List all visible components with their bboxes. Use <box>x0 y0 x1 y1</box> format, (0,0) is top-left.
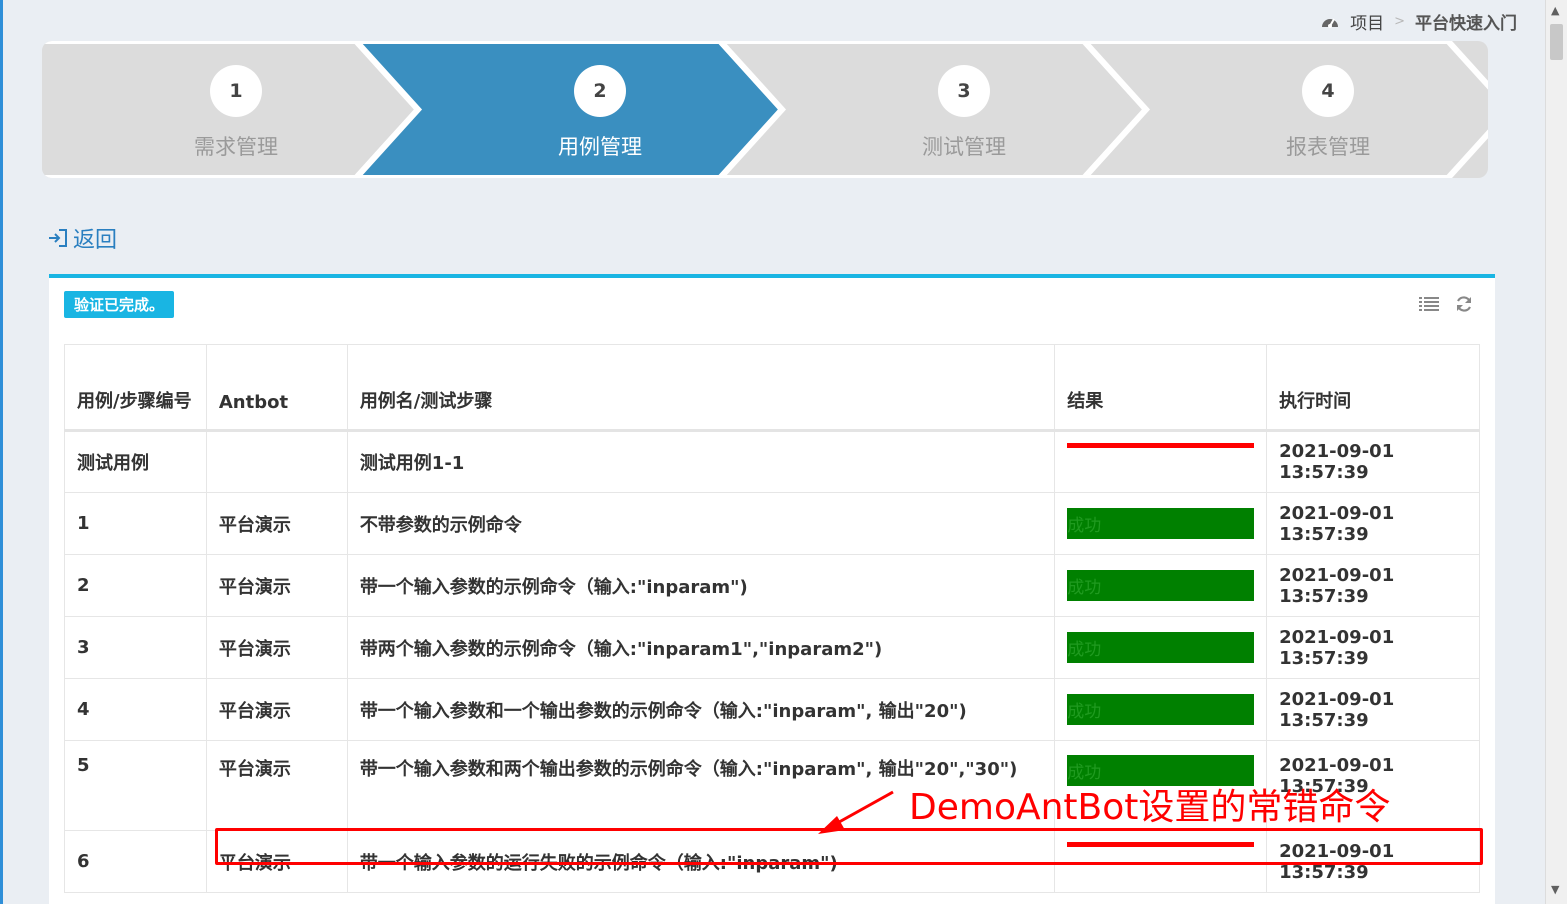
cell-name: 带一个输入参数的示例命令（输入:"inparam") <box>346 554 1056 617</box>
cell-antbot: 平台演示 <box>205 554 348 617</box>
result-failed-bar <box>1067 443 1255 448</box>
cell-name: 带一个输入参数和一个输出参数的示例命令（输入:"inparam", 输出"20"… <box>346 678 1056 741</box>
cell-time: 2021-09-01 13:57:39 <box>1266 616 1480 679</box>
result-success-label: 成功 <box>1067 694 1255 725</box>
breadcrumb-separator: > <box>1394 13 1405 29</box>
cell-id: 测试用例 <box>64 430 207 493</box>
breadcrumb-project-link[interactable]: 项目 <box>1350 9 1384 34</box>
scroll-up-icon[interactable]: ▲ <box>1551 4 1559 17</box>
cell-antbot: 平台演示 <box>205 678 348 741</box>
cell-id: 3 <box>64 616 207 679</box>
cell-time: 2021-09-01 13:57:39 <box>1266 830 1480 893</box>
step-wizard: 1 需求管理 2 用例管理 3 测试管理 4 报表管理 <box>42 41 1488 178</box>
wizard-step-reports[interactable]: 4 报表管理 <box>1146 41 1488 178</box>
step-number: 4 <box>1302 65 1354 117</box>
cell-id: 1 <box>64 492 207 555</box>
table-row[interactable]: 测试用例 测试用例1-1 2021-09-01 13:57:39 <box>64 430 1480 493</box>
sign-in-icon <box>49 229 67 247</box>
back-label: 返回 <box>73 228 118 253</box>
cell-id: 2 <box>64 554 207 617</box>
step-label: 报表管理 <box>1286 135 1370 159</box>
cell-antbot <box>205 430 348 493</box>
table-row[interactable]: 6 平台演示 带一个输入参数的运行失败的示例命令（输入:"inparam") 2021… <box>64 830 1480 893</box>
header-id: 用例/步骤编号 <box>64 344 207 431</box>
status-badge: 验证已完成。 <box>64 291 175 318</box>
cell-antbot: 平台演示 <box>205 830 348 893</box>
cell-antbot: 平台演示 <box>205 616 348 679</box>
cell-id: 5 <box>64 740 207 831</box>
table-row[interactable]: 1 平台演示 不带参数的示例命令 成功 2021-09-01 13:57:39 <box>64 492 1480 555</box>
back-link[interactable]: 返回 <box>47 222 117 254</box>
scroll-down-icon[interactable]: ▼ <box>1551 883 1559 896</box>
cell-result: 成功 <box>1054 678 1268 741</box>
result-success-label: 成功 <box>1067 570 1255 601</box>
cell-name: 不带参数的示例命令 <box>346 492 1056 555</box>
header-name: 用例名/测试步骤 <box>346 344 1056 431</box>
refresh-icon[interactable] <box>1455 295 1473 313</box>
table-header-row: 用例/步骤编号 Antbot 用例名/测试步骤 结果 执行时间 <box>64 344 1480 431</box>
cell-antbot: 平台演示 <box>205 740 348 831</box>
cell-name: 测试用例1-1 <box>346 430 1056 493</box>
wizard-step-cases[interactable]: 2 用例管理 <box>418 41 782 178</box>
cell-result <box>1054 830 1268 893</box>
header-result: 结果 <box>1054 344 1268 431</box>
step-number: 2 <box>574 65 626 117</box>
cell-id: 4 <box>64 678 207 741</box>
cell-result: 成功 <box>1054 616 1268 679</box>
dashboard-icon <box>1322 18 1339 28</box>
list-icon[interactable] <box>1419 296 1439 312</box>
panel-tools <box>1419 295 1473 313</box>
header-antbot: Antbot <box>205 344 348 431</box>
result-success-label: 成功 <box>1067 632 1255 663</box>
cell-id: 6 <box>64 830 207 893</box>
cell-result <box>1054 430 1268 493</box>
scrollbar-thumb[interactable] <box>1550 24 1563 60</box>
header-time: 执行时间 <box>1266 344 1480 431</box>
step-label: 需求管理 <box>194 135 278 159</box>
window-frame-edge <box>0 0 3 904</box>
cell-time: 2021-09-01 13:57:39 <box>1266 554 1480 617</box>
step-number: 1 <box>210 65 262 117</box>
breadcrumb-current: 平台快速入门 <box>1415 13 1517 34</box>
vertical-scrollbar[interactable]: ▲ ▼ <box>1545 0 1567 904</box>
table-row[interactable]: 3 平台演示 带两个输入参数的示例命令（输入:"inparam1","inparam… <box>64 616 1480 679</box>
step-number: 3 <box>938 65 990 117</box>
cell-time: 2021-09-01 13:57:39 <box>1266 678 1480 741</box>
cell-result: 成功 <box>1054 554 1268 617</box>
wizard-step-tests[interactable]: 3 测试管理 <box>782 41 1146 178</box>
cell-name: 带一个输入参数的运行失败的示例命令（输入:"inparam") <box>346 830 1056 893</box>
result-failed-bar <box>1067 842 1255 847</box>
breadcrumb: 项目 > 平台快速入门 <box>1320 8 1517 34</box>
table-row[interactable]: 4 平台演示 带一个输入参数和一个输出参数的示例命令（输入:"inparam", 输… <box>64 678 1480 741</box>
cell-name: 带两个输入参数的示例命令（输入:"inparam1","inparam2") <box>346 616 1056 679</box>
step-label: 用例管理 <box>558 135 642 159</box>
annotation-caption: DemoAntBot设置的常错命令 <box>909 787 1391 828</box>
cell-time: 2021-09-01 13:57:39 <box>1266 430 1480 493</box>
cell-antbot: 平台演示 <box>205 492 348 555</box>
result-success-label: 成功 <box>1067 508 1255 539</box>
cell-result: 成功 <box>1054 492 1268 555</box>
step-label: 测试管理 <box>922 135 1006 159</box>
wizard-step-requirements[interactable]: 1 需求管理 <box>54 41 418 178</box>
table-row[interactable]: 2 平台演示 带一个输入参数的示例命令（输入:"inparam") 成功 2021-09… <box>64 554 1480 617</box>
cell-time: 2021-09-01 13:57:39 <box>1266 492 1480 555</box>
